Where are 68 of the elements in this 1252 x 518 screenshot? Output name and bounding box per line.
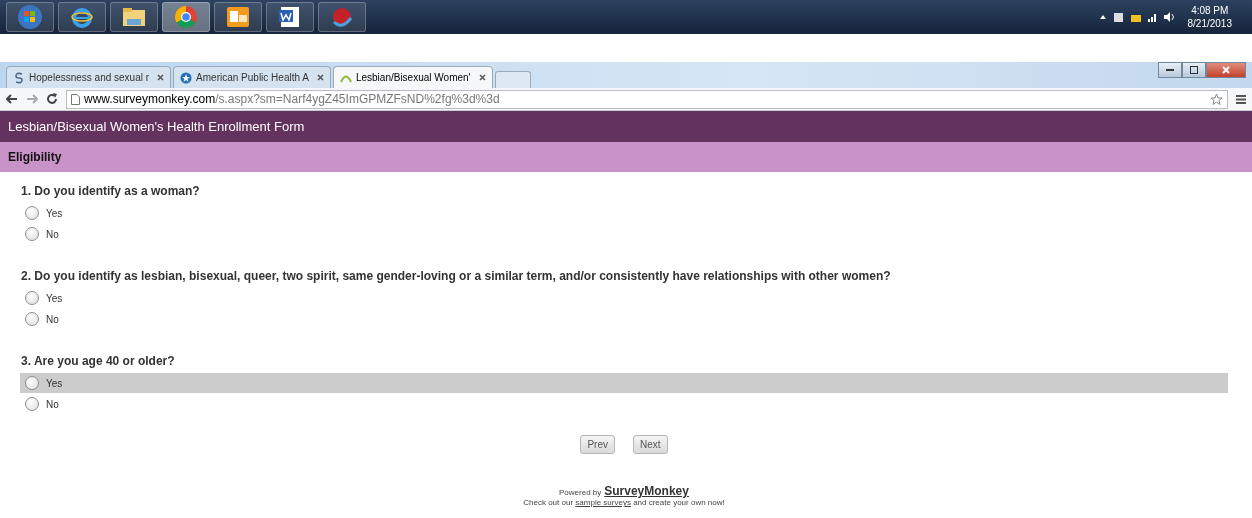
- section-heading: Eligibility: [0, 142, 1252, 172]
- option-row[interactable]: No: [20, 224, 1228, 244]
- tab-title: Hopelessness and sexual r: [29, 72, 150, 83]
- option-row[interactable]: No: [20, 394, 1228, 414]
- nav-button[interactable]: Next: [633, 435, 668, 454]
- star-icon[interactable]: [1210, 92, 1223, 106]
- chrome-icon: [174, 5, 198, 29]
- powered-by-text: Powered by: [559, 488, 602, 497]
- document-app-icon: [278, 6, 302, 28]
- radio-button[interactable]: [25, 312, 39, 326]
- clock-date: 8/21/2013: [1187, 17, 1232, 30]
- s-icon: [13, 71, 25, 84]
- nav-button[interactable]: Prev: [580, 435, 615, 454]
- browser-tab[interactable]: Hopelessness and sexual r: [6, 66, 172, 88]
- tab-title: American Public Health A: [196, 72, 309, 83]
- radio-button[interactable]: [25, 397, 39, 411]
- option-label: No: [46, 313, 59, 325]
- language-app-icon: [330, 6, 354, 28]
- browser-e-icon: [71, 6, 93, 28]
- minimize-button[interactable]: [1158, 62, 1182, 78]
- close-icon: [1222, 66, 1230, 74]
- mail-app-icon: [226, 6, 250, 28]
- option-label: Yes: [46, 292, 63, 304]
- maximize-icon: [1190, 66, 1198, 74]
- browser-tab[interactable]: Lesbian/Bisexual Women': [332, 66, 493, 88]
- option-label: No: [46, 398, 59, 410]
- windows-logo-icon: [17, 4, 43, 30]
- option-label: Yes: [46, 207, 63, 219]
- option-label: No: [46, 228, 59, 240]
- close-icon[interactable]: [157, 74, 165, 81]
- radio-button[interactable]: [25, 227, 39, 241]
- close-icon[interactable]: [316, 74, 324, 81]
- radio-button[interactable]: [25, 206, 39, 220]
- survey-title: Lesbian/Bisexual Women's Health Enrollment Form: [0, 111, 1252, 142]
- url-host: www.surveymonkey.com: [84, 92, 216, 106]
- sample-surveys-link[interactable]: sample surveys: [575, 498, 631, 507]
- browser-tab[interactable]: American Public Health A: [173, 66, 331, 88]
- menu-icon[interactable]: [1236, 94, 1246, 104]
- question-text: 1. Do you identify as a woman?: [20, 184, 201, 200]
- globe-icon: [180, 71, 193, 84]
- taskbar-app[interactable]: [110, 2, 158, 32]
- question-text: 2. Do you identify as lesbian, bisexual, queer, two spirit, same gender-loving or a similar term, and/or consistently have relationships with other women?: [20, 269, 892, 285]
- minimize-icon: [1166, 68, 1174, 72]
- option-row[interactable]: No: [20, 309, 1228, 329]
- taskbar-app[interactable]: [58, 2, 106, 32]
- back-arrow-icon[interactable]: [6, 94, 18, 104]
- radio-button[interactable]: [25, 291, 39, 305]
- radio-button[interactable]: [25, 376, 39, 390]
- taskbar-app[interactable]: [6, 2, 54, 32]
- tab-title: Lesbian/Bisexual Women': [355, 72, 471, 83]
- url-path: /s.aspx?sm=Narf4ygZ45ImGPMZFsND%2fg%3d%3d: [215, 92, 500, 106]
- close-icon[interactable]: [478, 74, 486, 81]
- clock-time: 4:08 PM: [1191, 4, 1229, 17]
- page-icon: [71, 93, 80, 105]
- maximize-button[interactable]: [1182, 62, 1206, 78]
- reload-icon[interactable]: [46, 93, 58, 105]
- taskbar-app[interactable]: [266, 2, 314, 32]
- footer-sentence: Check out our sample surveys and create your own now!: [523, 498, 725, 507]
- option-row[interactable]: Yes: [20, 203, 1228, 223]
- taskbar-app[interactable]: [214, 2, 262, 32]
- option-row[interactable]: Yes: [20, 288, 1228, 308]
- brand-link[interactable]: SurveyMonkey: [604, 484, 689, 498]
- question-text: 3. Are you age 40 or older?: [20, 354, 176, 370]
- highlighted-option-row[interactable]: Yes: [20, 373, 1228, 393]
- close-button[interactable]: [1206, 62, 1246, 78]
- option-label: Yes: [46, 377, 63, 389]
- address-field[interactable]: www.surveymonkey.com/s.aspx?sm=Narf4ygZ45ImGPMZFsND%2fg%3d%3d: [66, 89, 1228, 109]
- folder-icon: [122, 7, 146, 27]
